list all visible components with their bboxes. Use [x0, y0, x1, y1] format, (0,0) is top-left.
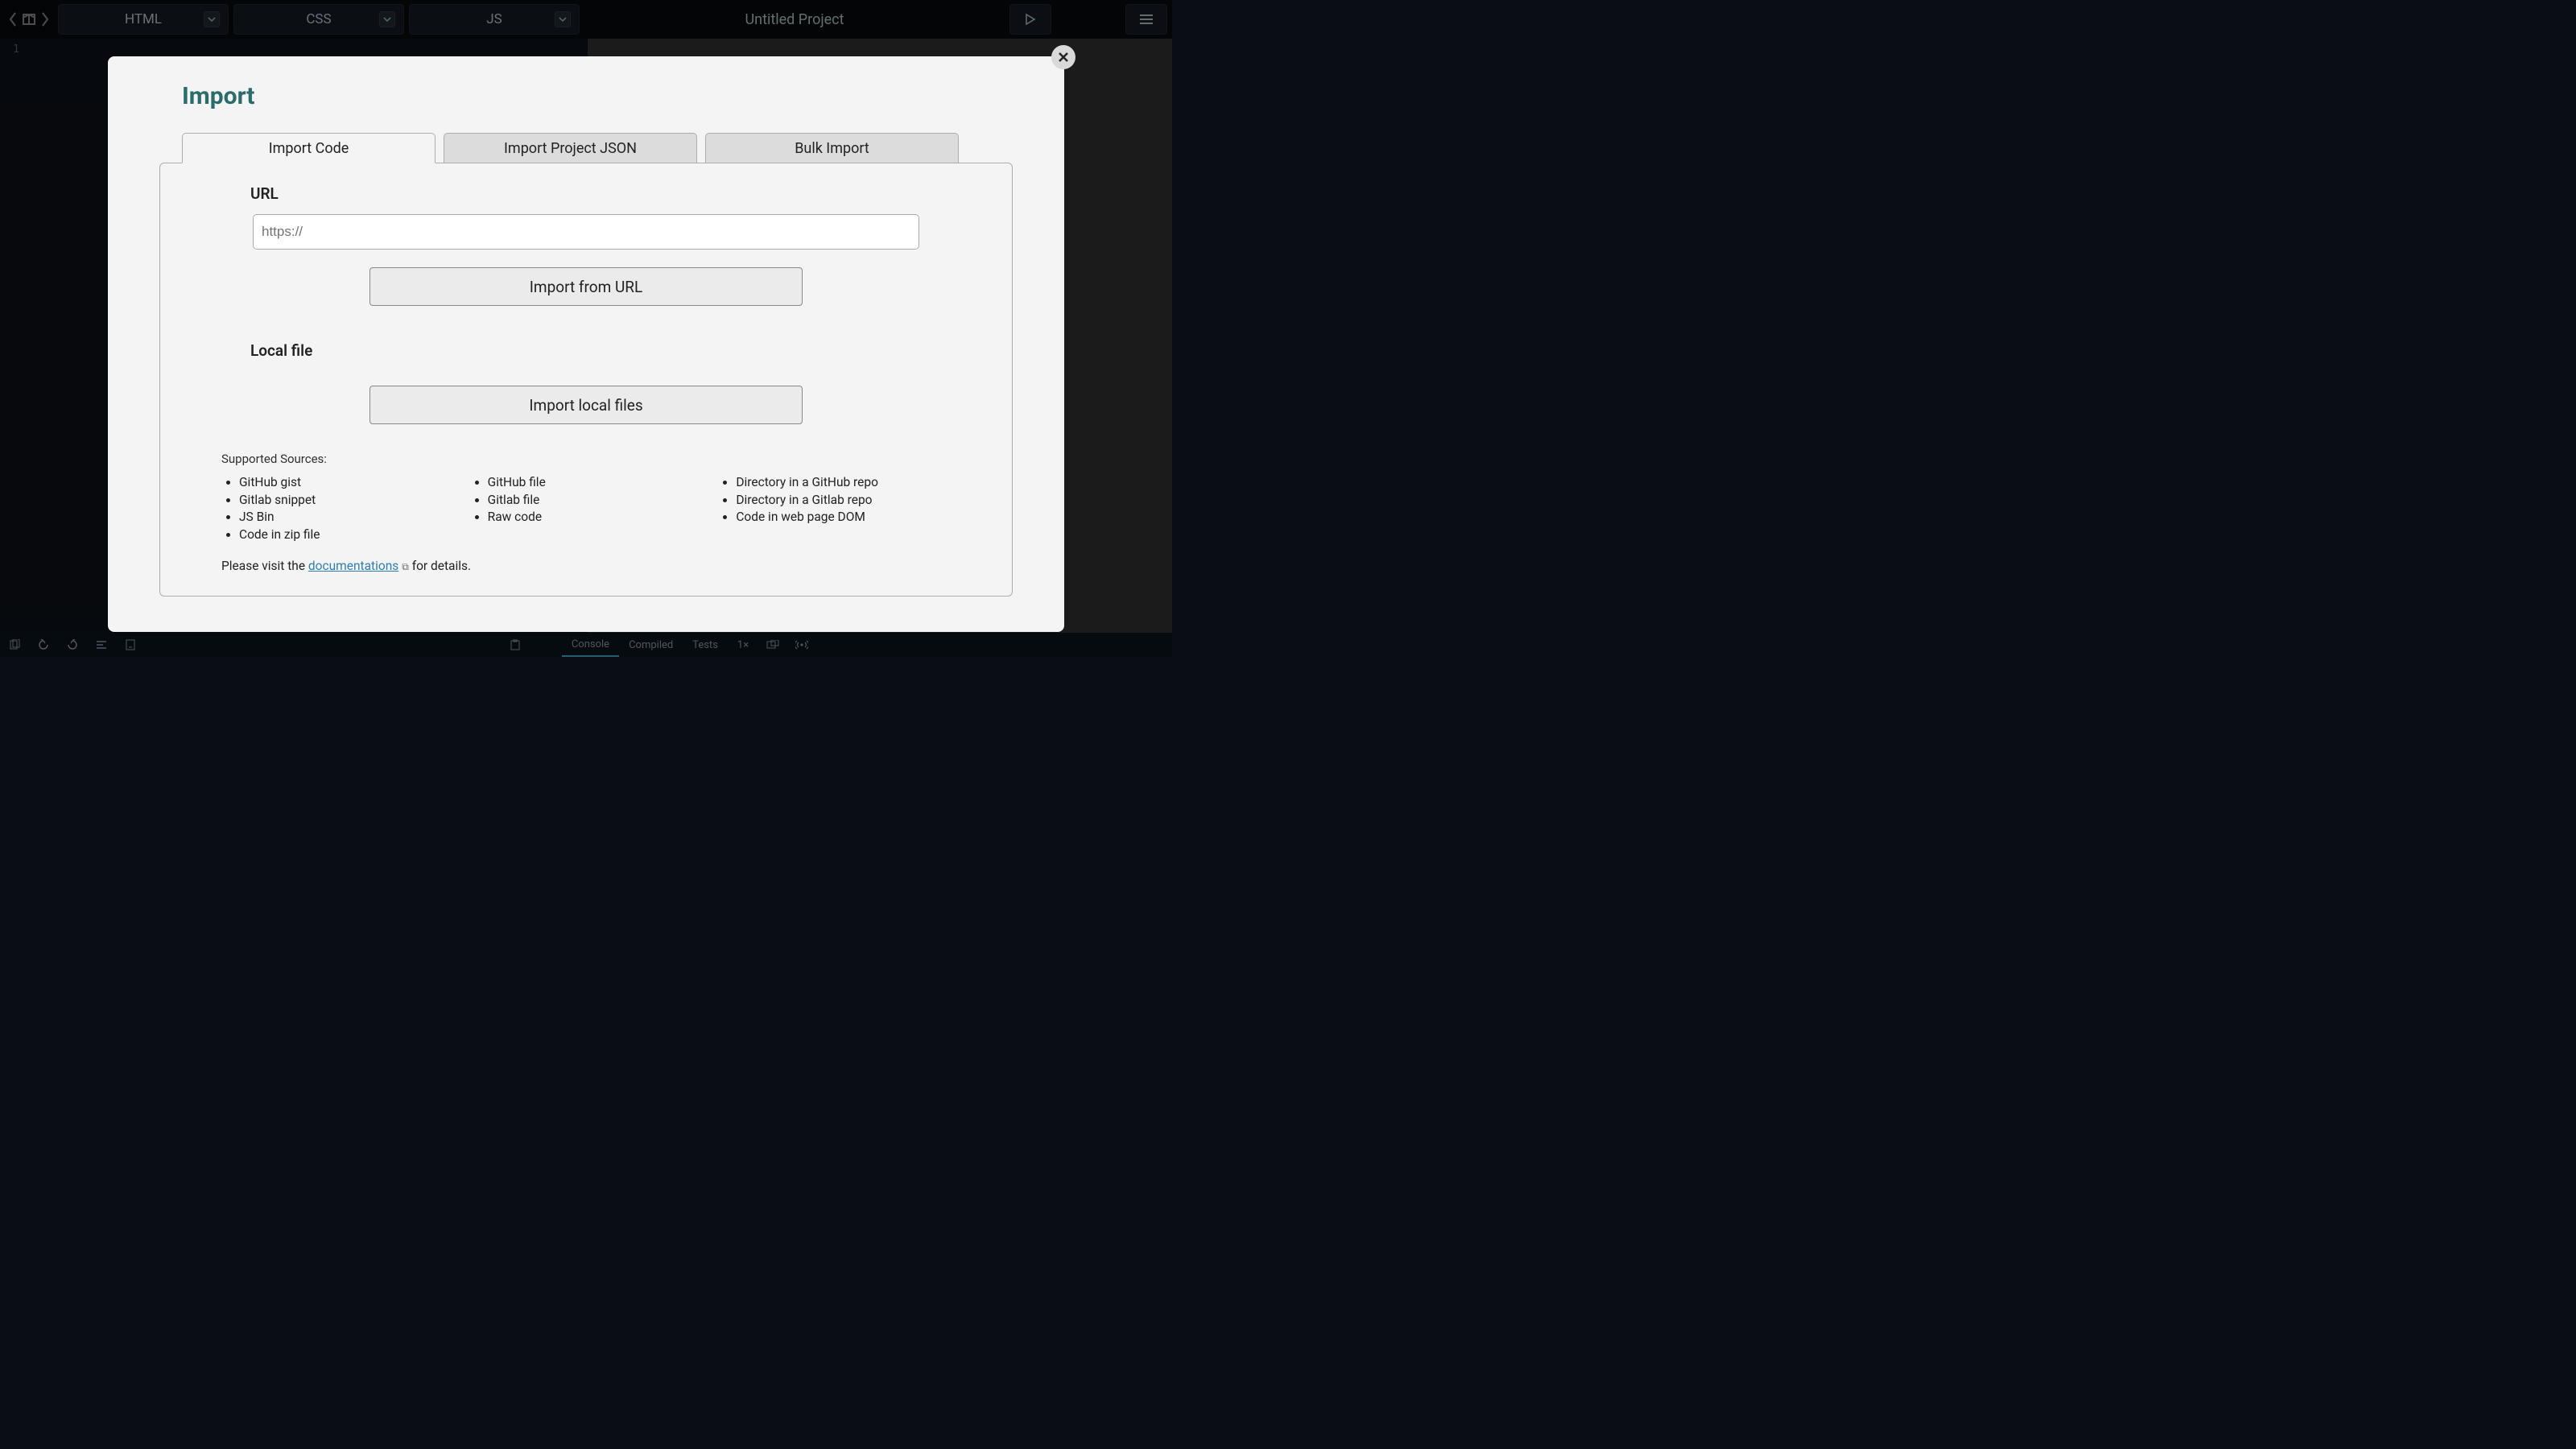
source-item: GitHub gist [239, 474, 454, 492]
import-from-url-button[interactable]: Import from URL [369, 267, 803, 306]
source-item: Code in zip file [239, 526, 454, 544]
url-input[interactable] [253, 214, 919, 250]
documentation-link[interactable]: documentations [308, 559, 398, 573]
import-panel: URL Import from URL Local file Import lo… [159, 163, 1013, 597]
documentation-line: Please visit the documentations ⧉ for det… [221, 559, 951, 573]
sources-col-1: GitHub gist Gitlab snippet JS Bin Code i… [221, 474, 454, 544]
source-item: Code in web page DOM [736, 509, 951, 526]
tab-import-code[interactable]: Import Code [182, 133, 436, 163]
modal-overlay: Import Import Code Import Project JSON B… [0, 0, 1172, 657]
import-local-files-button[interactable]: Import local files [369, 386, 803, 424]
external-link-icon: ⧉ [402, 561, 409, 573]
source-item: JS Bin [239, 509, 454, 526]
close-button[interactable] [1051, 45, 1075, 69]
tab-bulk-import[interactable]: Bulk Import [705, 133, 959, 163]
tab-import-json[interactable]: Import Project JSON [444, 133, 697, 163]
sources-grid: GitHub gist Gitlab snippet JS Bin Code i… [221, 474, 951, 544]
import-tabs: Import Code Import Project JSON Bulk Imp… [182, 133, 990, 163]
sources-col-3: Directory in a GitHub repo Directory in … [718, 474, 951, 544]
doc-suffix: for details. [412, 559, 471, 573]
url-label: URL [250, 184, 951, 203]
source-item: Raw code [488, 509, 703, 526]
modal-title: Import [182, 82, 990, 110]
local-file-label: Local file [250, 341, 951, 360]
source-item: Gitlab file [488, 492, 703, 510]
import-modal: Import Import Code Import Project JSON B… [108, 56, 1064, 632]
sources-col-2: GitHub file Gitlab file Raw code [470, 474, 703, 544]
source-item: Gitlab snippet [239, 492, 454, 510]
doc-prefix: Please visit the [221, 559, 308, 573]
source-item: Directory in a Gitlab repo [736, 492, 951, 510]
supported-sources-label: Supported Sources: [221, 452, 951, 466]
source-item: Directory in a GitHub repo [736, 474, 951, 492]
source-item: GitHub file [488, 474, 703, 492]
